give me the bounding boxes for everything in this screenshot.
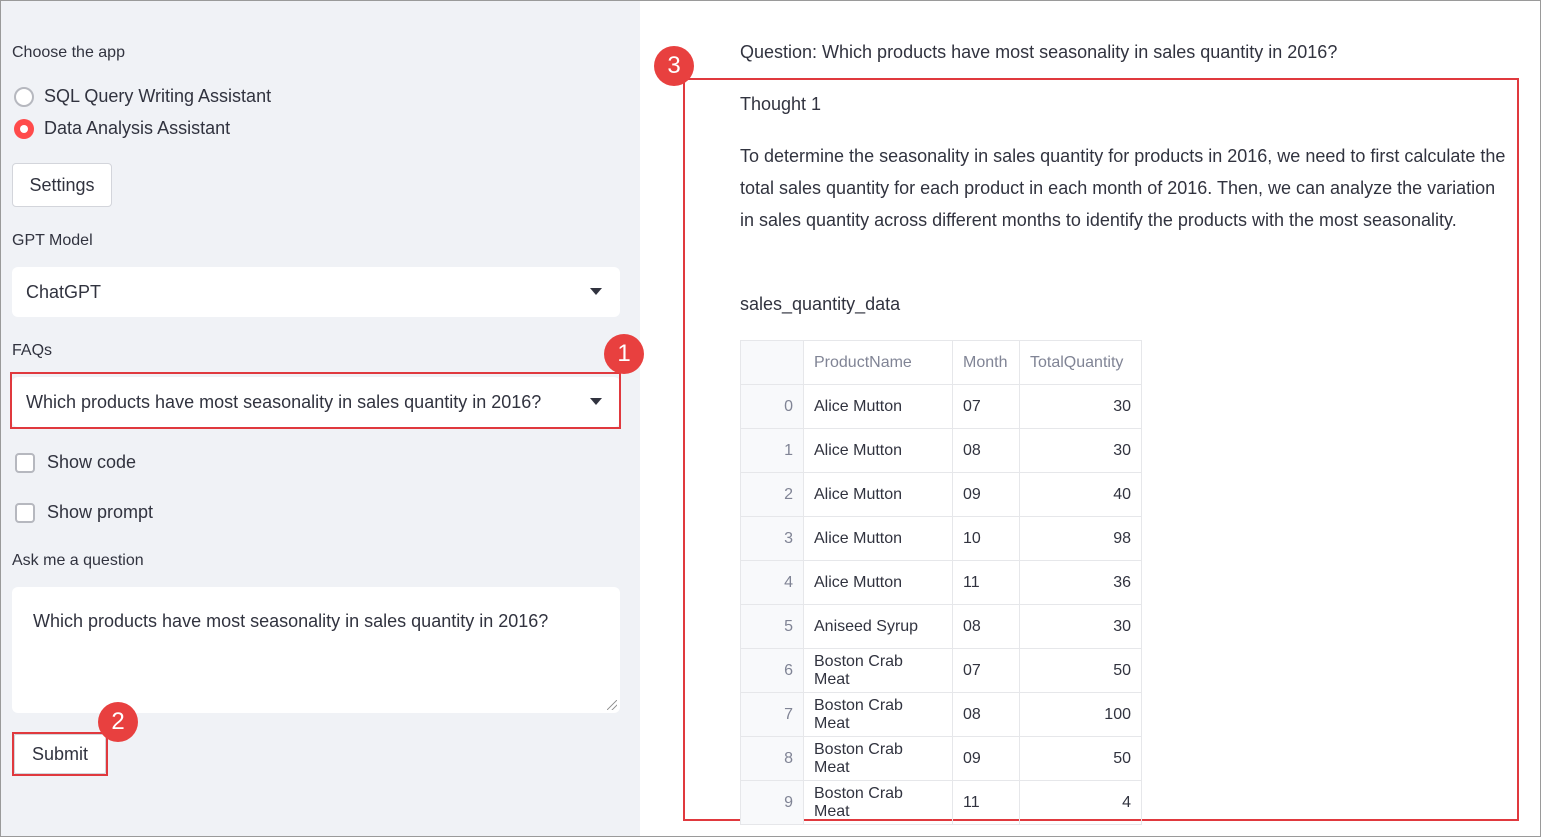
- table-title: sales_quantity_data: [740, 294, 901, 314]
- checkbox-icon[interactable]: [15, 502, 35, 523]
- show-prompt-label: Show prompt: [47, 502, 154, 522]
- show-code-label: Show code: [47, 452, 137, 472]
- table-cell-totalquantity: 36: [1019, 560, 1142, 605]
- table-cell-totalquantity: 98: [1019, 516, 1142, 561]
- table-cell-productname: Alice Mutton: [803, 472, 953, 517]
- annotation-badge-3: 3: [654, 46, 694, 86]
- table-cell-productname: Boston Crab Meat: [803, 736, 953, 781]
- table-cell-totalquantity: 50: [1019, 648, 1142, 693]
- table-cell-totalquantity: 30: [1019, 604, 1142, 649]
- gpt-model-value: ChatGPT: [26, 281, 102, 302]
- table-row: 7 Boston Crab Meat 08 100: [740, 692, 1142, 737]
- annotation-badge-1: 1: [604, 334, 644, 374]
- table-cell-month: 07: [952, 384, 1020, 429]
- table-cell-month: 08: [952, 692, 1020, 737]
- table-cell-index: 9: [740, 780, 804, 825]
- radio-label: Data Analysis Assistant: [44, 118, 231, 138]
- table-row: 0 Alice Mutton 07 30: [740, 384, 1142, 429]
- checkbox-icon[interactable]: [15, 452, 35, 473]
- thought-text: To determine the seasonality in sales qu…: [740, 146, 1506, 230]
- choose-app-label: Choose the app: [12, 44, 125, 61]
- table-cell-index: 7: [740, 692, 804, 737]
- table-cell-totalquantity: 50: [1019, 736, 1142, 781]
- table-row: 1 Alice Mutton 08 30: [740, 428, 1142, 473]
- annotation-badge-2: 2: [98, 702, 138, 742]
- table-row: 9 Boston Crab Meat 11 4: [740, 780, 1142, 825]
- table-cell-productname: Aniseed Syrup: [803, 604, 953, 649]
- table-cell-month: 09: [952, 472, 1020, 517]
- table-row: 6 Boston Crab Meat 07 50: [740, 648, 1142, 693]
- table-cell-index: 0: [740, 384, 804, 429]
- question-text: Which products have most seasonality in …: [33, 611, 549, 631]
- table-cell-month: 09: [952, 736, 1020, 781]
- table-cell-productname: Alice Mutton: [803, 384, 953, 429]
- table-row: 5 Aniseed Syrup 08 30: [740, 604, 1142, 649]
- table-cell-month: 08: [952, 604, 1020, 649]
- table-row: 3 Alice Mutton 10 98: [740, 516, 1142, 561]
- annotation-box-faqs: [10, 372, 621, 429]
- table-cell-month: 10: [952, 516, 1020, 561]
- radio-data-analysis-assistant[interactable]: Data Analysis Assistant: [14, 118, 230, 139]
- show-prompt-checkbox[interactable]: Show prompt: [15, 502, 153, 523]
- radio-unselected-icon[interactable]: [14, 86, 34, 107]
- table-header-totalquantity[interactable]: TotalQuantity: [1019, 340, 1142, 385]
- table-cell-totalquantity: 100: [1019, 692, 1142, 737]
- show-code-checkbox[interactable]: Show code: [15, 452, 136, 473]
- radio-sql-assistant[interactable]: SQL Query Writing Assistant: [14, 86, 271, 107]
- ask-question-label: Ask me a question: [12, 552, 144, 569]
- table-cell-productname: Alice Mutton: [803, 516, 953, 561]
- question-heading: Question: Which products have most seaso…: [740, 42, 1338, 62]
- table-cell-productname: Boston Crab Meat: [803, 780, 953, 825]
- table-cell-month: 08: [952, 428, 1020, 473]
- table-cell-index: 8: [740, 736, 804, 781]
- gpt-model-label: GPT Model: [12, 232, 93, 249]
- table-cell-month: 11: [952, 560, 1020, 605]
- radio-label: SQL Query Writing Assistant: [44, 86, 272, 106]
- data-table: ProductName Month TotalQuantity 0 Alice M…: [740, 340, 1142, 825]
- table-row: 4 Alice Mutton 11 36: [740, 560, 1142, 605]
- table-cell-month: 07: [952, 648, 1020, 693]
- resize-handle-icon[interactable]: [607, 700, 617, 710]
- table-cell-index: 5: [740, 604, 804, 649]
- table-cell-index: 2: [740, 472, 804, 517]
- table-cell-index: 4: [740, 560, 804, 605]
- table-cell-productname: Alice Mutton: [803, 560, 953, 605]
- table-cell-productname: Boston Crab Meat: [803, 692, 953, 737]
- table-cell-index: 1: [740, 428, 804, 473]
- radio-selected-icon[interactable]: [14, 118, 34, 139]
- gpt-model-select[interactable]: ChatGPT: [12, 267, 620, 317]
- table-header-row: ProductName Month TotalQuantity: [740, 340, 1142, 385]
- faqs-label: FAQs: [12, 342, 53, 359]
- table-cell-totalquantity: 30: [1019, 384, 1142, 429]
- table-cell-month: 11: [952, 780, 1020, 825]
- table-header-month[interactable]: Month: [952, 340, 1020, 385]
- annotation-box-submit: [12, 732, 108, 776]
- table-row: 8 Boston Crab Meat 09 50: [740, 736, 1142, 781]
- table-cell-totalquantity: 40: [1019, 472, 1142, 517]
- table-cell-totalquantity: 30: [1019, 428, 1142, 473]
- table-cell-productname: Alice Mutton: [803, 428, 953, 473]
- table-header-index[interactable]: [740, 340, 804, 385]
- table-row: 2 Alice Mutton 09 40: [740, 472, 1142, 517]
- table-cell-totalquantity: 4: [1019, 780, 1142, 825]
- thought-title: Thought 1: [740, 94, 822, 114]
- chevron-down-icon: [590, 288, 602, 295]
- table-cell-productname: Boston Crab Meat: [803, 648, 953, 693]
- table-cell-index: 6: [740, 648, 804, 693]
- settings-button[interactable]: Settings: [12, 163, 112, 207]
- question-textarea[interactable]: Which products have most seasonality in …: [12, 587, 620, 713]
- table-cell-index: 3: [740, 516, 804, 561]
- table-header-productname[interactable]: ProductName: [803, 340, 953, 385]
